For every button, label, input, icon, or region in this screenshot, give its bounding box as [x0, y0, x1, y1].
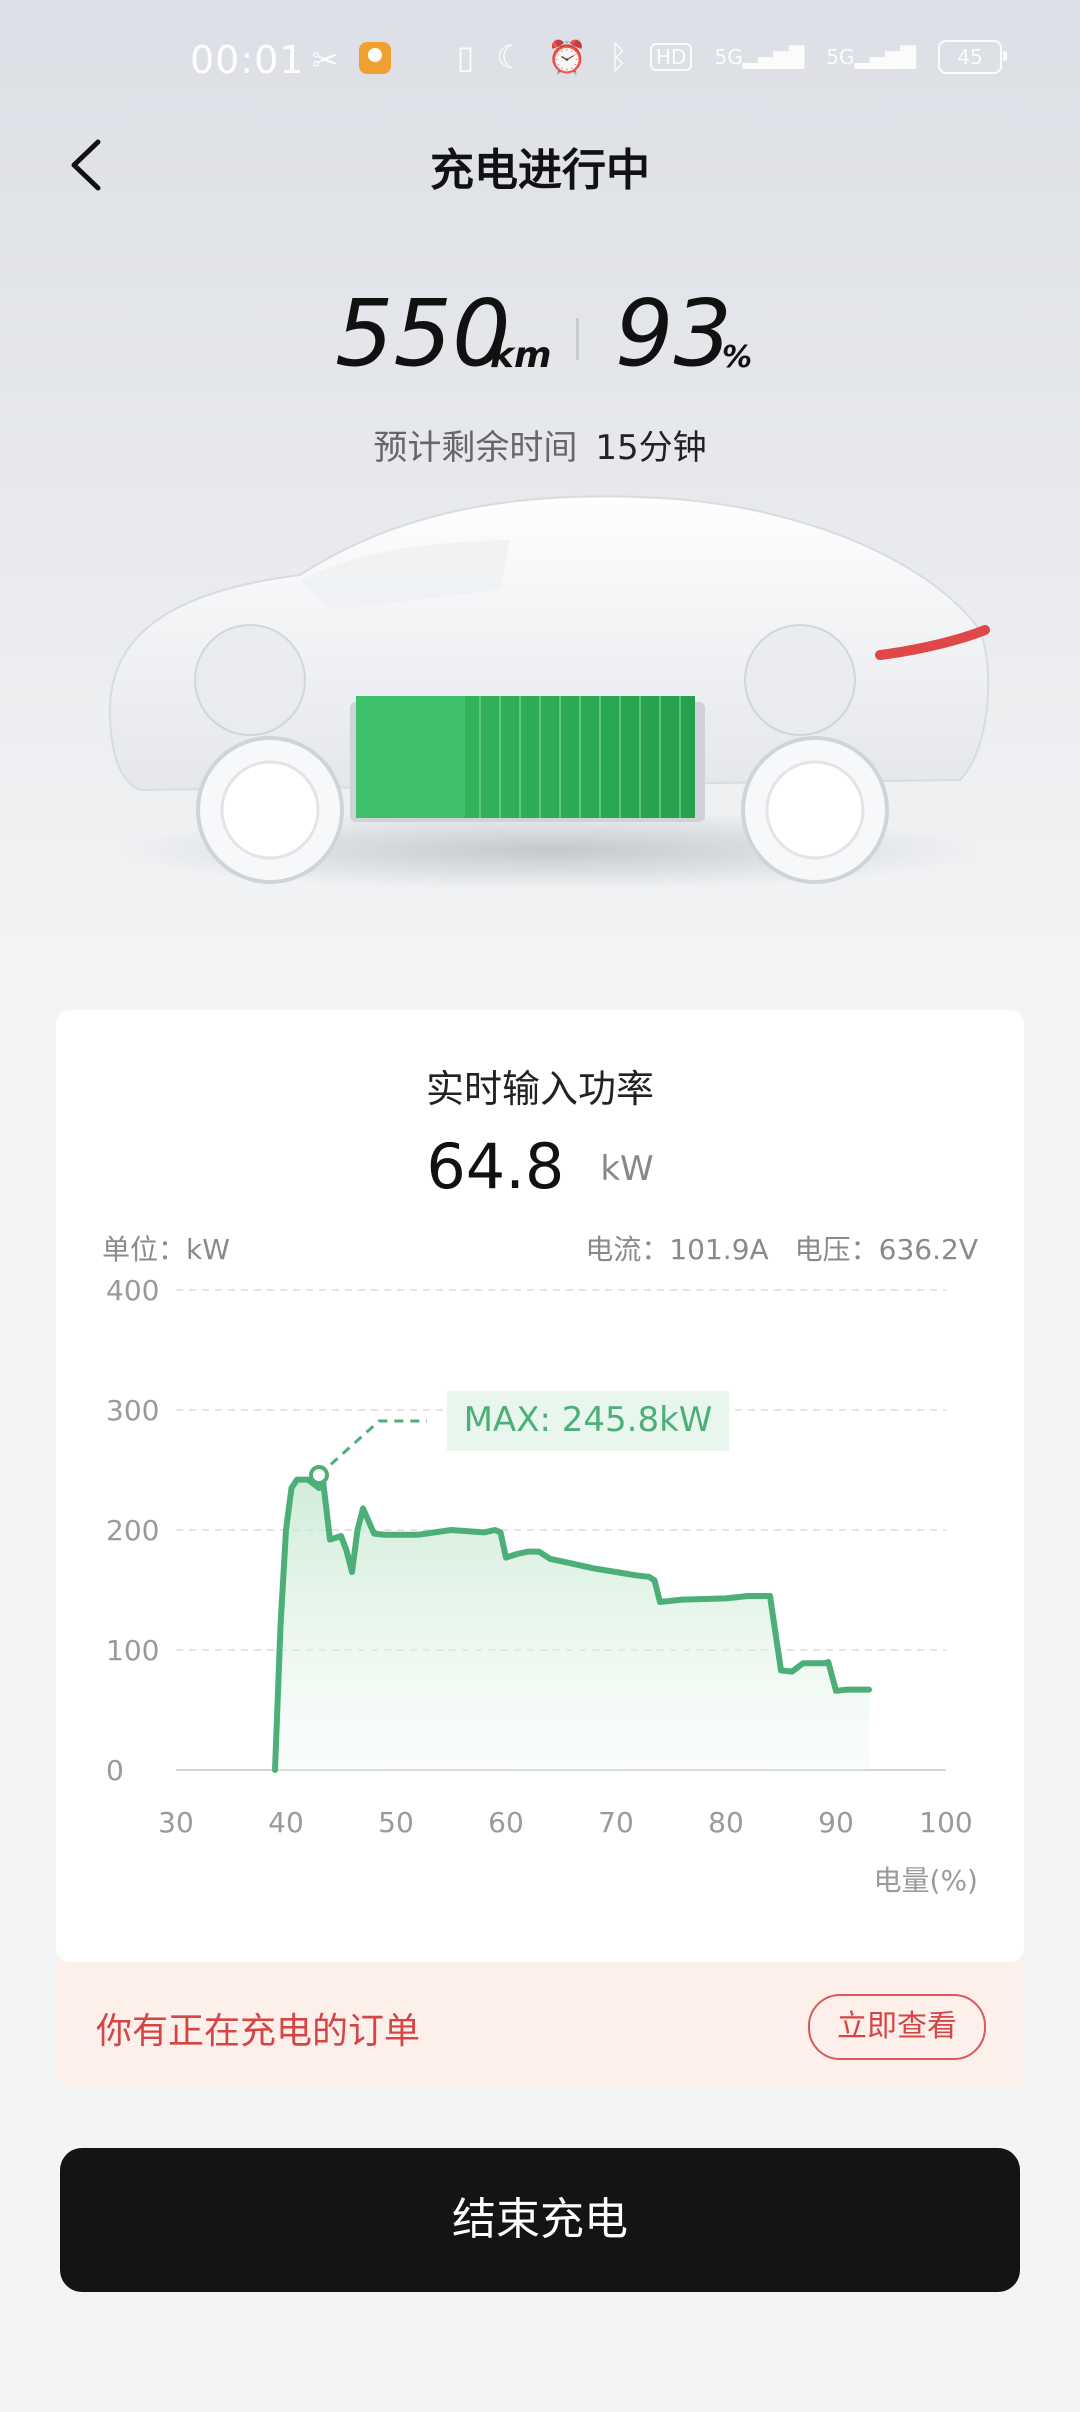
- x-tick-label: 70: [598, 1806, 634, 1839]
- hd-icon: HD: [650, 43, 693, 71]
- power-area: [275, 1475, 869, 1770]
- remaining-time-label: 预计剩余时间: [373, 428, 578, 468]
- end-charging-button[interactable]: 结束充电: [60, 2148, 1020, 2292]
- alarm-icon: ⏰: [546, 38, 587, 76]
- x-tick-label: 100: [919, 1806, 972, 1839]
- soc-value: 93: [615, 280, 733, 387]
- y-tick-label: 200: [106, 1514, 159, 1547]
- range-unit: km: [490, 335, 552, 376]
- max-point: [309, 1465, 329, 1486]
- power-card: 实时输入功率 64.8 kW 单位：kW 电流：101.9A 电压：636.2V 0…: [56, 1010, 1024, 1962]
- max-label: MAX: 245.8kW: [464, 1400, 713, 1440]
- remaining-time: 预计剩余时间 15分钟: [0, 420, 1080, 469]
- order-banner: 你有正在充电的订单 立即查看: [56, 1962, 1024, 2088]
- app-notification-icon: [357, 40, 393, 80]
- x-tick-label: 50: [378, 1806, 414, 1839]
- summary-divider: [576, 318, 579, 360]
- page-title: 充电进行中: [430, 145, 650, 196]
- nfc-icon: ▯: [456, 38, 475, 76]
- order-banner-text: 你有正在充电的订单: [96, 2011, 421, 2052]
- range-value: 550: [335, 280, 511, 387]
- max-leader-line: [317, 1419, 427, 1477]
- car-illustration: [108, 495, 990, 890]
- charge-summary: 550 km 93 %: [0, 280, 1080, 400]
- remaining-time-value: 15分钟: [595, 428, 707, 468]
- y-tick-label: 300: [106, 1394, 159, 1427]
- soc-unit: %: [722, 340, 753, 375]
- y-tick-label: 0: [106, 1754, 124, 1787]
- signal-icon-2: 5G▂▄▆█: [826, 45, 916, 69]
- bluetooth-icon: ᛒ: [608, 38, 629, 76]
- x-tick-label: 40: [268, 1806, 304, 1839]
- status-bar: 00:01 ✂ ▯ ☾ ⏰ ᛒ HD 5G▂▄▆█ 5G▂▄▆█ 45: [0, 0, 1080, 120]
- x-tick-label: 30: [158, 1806, 194, 1839]
- x-axis-title: 电量(%): [874, 1864, 978, 1897]
- status-time: 00:01: [190, 38, 305, 82]
- x-tick-label: 80: [708, 1806, 744, 1839]
- signal-icon: 5G▂▄▆█: [714, 45, 805, 69]
- x-tick-label: 90: [818, 1806, 854, 1839]
- y-tick-label: 400: [106, 1274, 159, 1307]
- moon-icon: ☾: [496, 38, 525, 76]
- scissors-icon: ✂: [312, 41, 339, 79]
- y-tick-label: 100: [106, 1634, 159, 1667]
- x-tick-label: 60: [488, 1806, 524, 1839]
- battery-icon: 45: [938, 40, 1007, 74]
- power-chart: 0 100 200 300 400 30 40 50 60 70 80 90 100 电量(%) MAX: …: [106, 1274, 978, 1897]
- view-order-button[interactable]: 立即查看: [808, 1994, 986, 2060]
